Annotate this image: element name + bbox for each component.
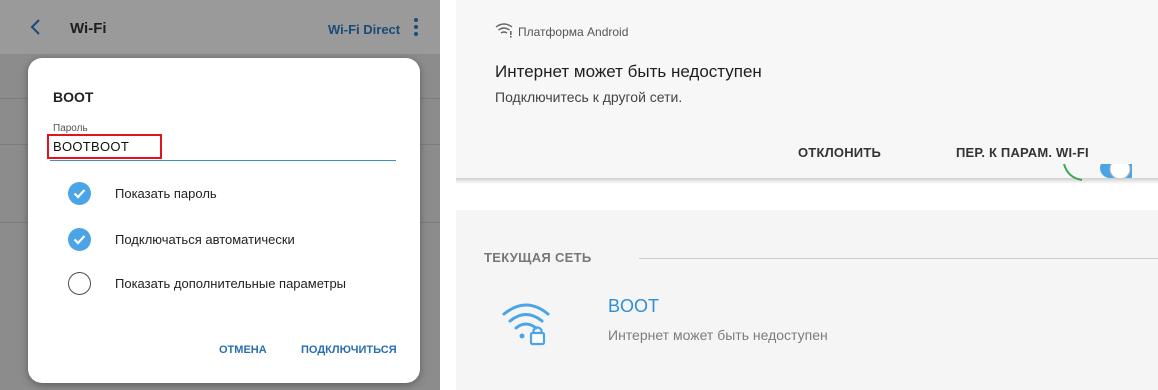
password-label: Пароль (53, 123, 88, 134)
go-to-wifi-settings-button[interactable]: ПЕР. К ПАРАМ. WI-FI (956, 145, 1089, 160)
auto-connect-option[interactable]: Подключаться автоматически (68, 228, 408, 252)
notification-app-name: Платформа Android (518, 25, 629, 39)
more-options-icon[interactable] (413, 18, 419, 38)
password-dialog: BOOT Пароль BOOTBOOT Показать пароль Под… (28, 58, 420, 383)
cancel-button[interactable]: ОТМЕНА (219, 344, 267, 356)
wifi-toggle-icon[interactable] (1062, 164, 1132, 186)
wifi-lock-icon (502, 303, 550, 346)
dismiss-button[interactable]: ОТКЛОНИТЬ (798, 145, 881, 160)
connect-button[interactable]: ПОДКЛЮЧИТЬСЯ (301, 344, 397, 356)
current-network-name[interactable]: BOOT (608, 296, 659, 317)
notification-subtitle: Подключитесь к другой сети. (495, 89, 683, 105)
wifi-direct-button[interactable]: Wi-Fi Direct (328, 22, 400, 37)
current-network-status: Интернет может быть недоступен (608, 327, 828, 343)
dialog-network-name: BOOT (53, 89, 94, 105)
current-network-section (456, 210, 1158, 390)
wifi-app-bar: Wi-Fi Wi-Fi Direct (0, 0, 440, 54)
password-underline (50, 160, 396, 161)
password-highlight-box (47, 134, 162, 159)
advanced-options-option[interactable]: Показать дополнительные параметры (68, 272, 408, 296)
screenshot-root: Wi-Fi Wi-Fi Direct BOOT Пароль BOOTBOOT … (0, 0, 1158, 390)
section-header: ТЕКУЩАЯ СЕТЬ (484, 250, 592, 265)
checkbox-unchecked-icon[interactable] (68, 272, 91, 295)
option-label: Показать дополнительные параметры (115, 276, 347, 291)
option-label: Подключаться автоматически (115, 232, 295, 247)
divider (639, 258, 1158, 259)
checkbox-checked-icon[interactable] (68, 182, 91, 205)
back-arrow-icon[interactable] (26, 17, 46, 37)
notification-title: Интернет может быть недоступен (495, 62, 762, 81)
wifi-warning-icon (495, 23, 513, 38)
wifi-settings-screen: Платформа Android Интернет может быть не… (456, 0, 1158, 390)
option-label: Показать пароль (115, 186, 217, 201)
notification-shadow (456, 178, 1158, 184)
notification-card[interactable]: Платформа Android Интернет может быть не… (456, 0, 1158, 178)
checkbox-checked-icon[interactable] (68, 228, 91, 251)
show-password-option[interactable]: Показать пароль (68, 182, 408, 206)
wifi-dialog-screen: Wi-Fi Wi-Fi Direct BOOT Пароль BOOTBOOT … (0, 0, 440, 390)
page-title: Wi-Fi (70, 20, 107, 37)
